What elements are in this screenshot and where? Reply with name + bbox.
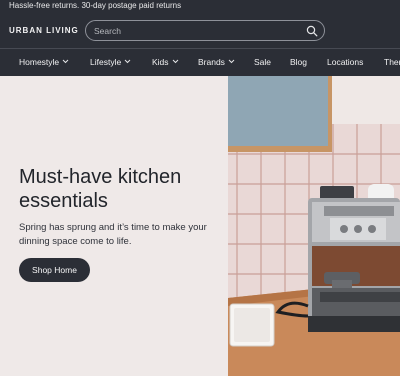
nav-item-homestyle[interactable]: Homestyle <box>19 49 69 76</box>
nav-item-locations[interactable]: Locations <box>327 49 363 76</box>
nav-item-lifestyle[interactable]: Lifestyle <box>90 49 131 76</box>
announcement-text: Hassle-free returns. 30-day postage paid… <box>9 1 182 10</box>
nav-item-label: Kids <box>152 57 169 67</box>
nav-item-sale[interactable]: Sale <box>254 49 271 76</box>
nav-item-label: Lifestyle <box>90 57 122 67</box>
search-icon[interactable] <box>306 25 318 37</box>
nav-item-label: Blog <box>290 57 308 67</box>
chevron-down-icon <box>62 59 69 64</box>
hero-title: Must-have kitchen essentials <box>19 166 182 212</box>
search-bar[interactable] <box>85 20 325 41</box>
nav-item-label: Sale <box>254 57 272 67</box>
nav-item-brands[interactable]: Brands <box>198 49 235 76</box>
nav-item-label: Theme <box>384 57 400 67</box>
nav-item-blog[interactable]: Blog <box>290 49 307 76</box>
kitchen-illustration <box>228 76 400 376</box>
nav-item-kids[interactable]: Kids <box>152 49 179 76</box>
hero-kitchen-image <box>228 76 400 376</box>
main-navigation: Homestyle Lifestyle Kids Brands Sale Blo… <box>0 49 400 76</box>
brand-logo[interactable]: URBAN LIVING <box>9 26 79 35</box>
nav-item-theme[interactable]: Theme <box>384 49 400 76</box>
nav-item-label: Locations <box>327 57 364 67</box>
search-input[interactable] <box>94 24 294 37</box>
shop-home-button[interactable]: Shop Home <box>19 258 90 282</box>
chevron-down-icon <box>228 59 235 64</box>
nav-item-label: Brands <box>198 57 225 67</box>
announcement-bar: Hassle-free returns. 30-day postage paid… <box>0 0 400 12</box>
site-header: URBAN LIVING <box>0 12 400 48</box>
chevron-down-icon <box>172 59 178 64</box>
nav-item-label: Homestyle <box>19 57 60 67</box>
chevron-down-icon <box>124 59 131 64</box>
hero-subtitle: Spring has sprung and it’s time to make … <box>19 222 207 247</box>
